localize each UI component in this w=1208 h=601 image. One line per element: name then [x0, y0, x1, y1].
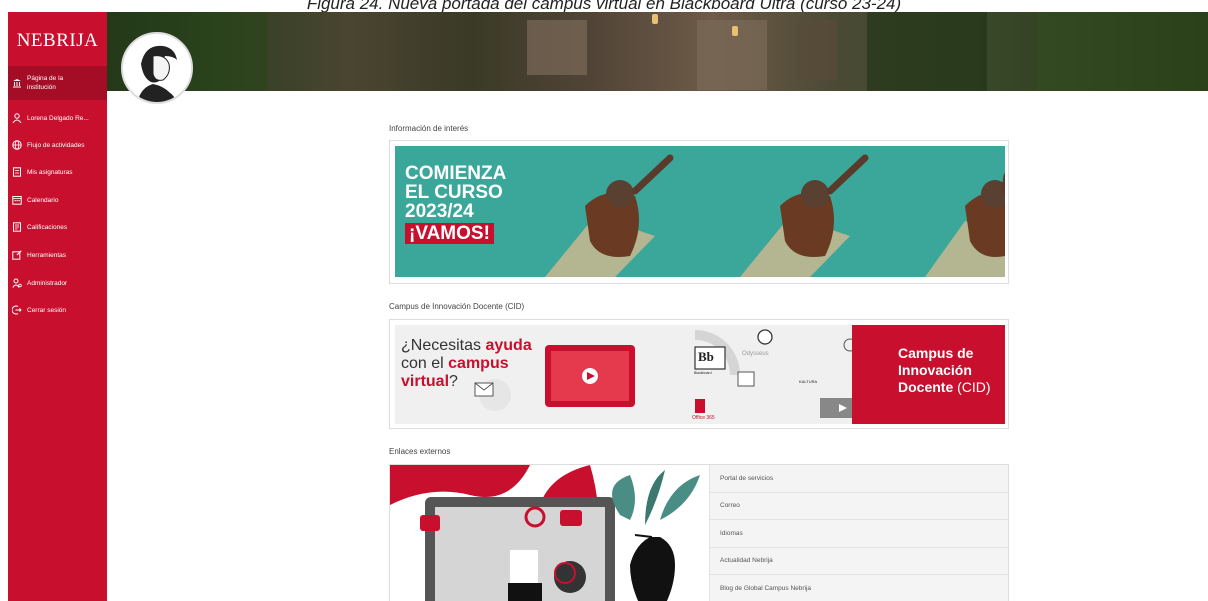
- link-email[interactable]: Correo: [709, 492, 1008, 520]
- section-title-info: Información de interés: [389, 124, 469, 133]
- promo-line-3: 2023/24: [405, 201, 474, 222]
- brand-logo[interactable]: NEBRIJA: [8, 30, 107, 52]
- sidebar-item-label: Flujo de actividades: [27, 141, 85, 149]
- admin-icon: [12, 278, 22, 288]
- sidebar-item-label: Cerrar sesión: [27, 306, 67, 314]
- institution-icon: [12, 78, 22, 88]
- cid-banner[interactable]: ¿Necesitas ayuda con el campus virtual? …: [395, 325, 1005, 424]
- promo-line-1: COMIENZA: [405, 163, 507, 184]
- link-blog[interactable]: Blog de Global Campus Nebrija: [709, 575, 1008, 601]
- header-banner-image: [107, 12, 1208, 91]
- calendar-icon: [12, 195, 22, 205]
- sidebar-item-label: Lorena Delgado Re...: [27, 114, 89, 122]
- sidebar-item-label: Calendario: [27, 196, 59, 204]
- sidebar-item-admin[interactable]: Administrador: [8, 272, 107, 294]
- sidebar-item-courses[interactable]: Mis asignaturas: [8, 161, 107, 183]
- external-links-list: Portal de servicios Correo Idiomas Actua…: [709, 465, 1008, 601]
- links-illustration: [390, 465, 709, 601]
- logout-icon: [12, 305, 22, 315]
- cid-title-panel: Campus de Innovación Docente (CID): [852, 325, 1005, 424]
- cid-right-line-4: (CID): [953, 379, 991, 395]
- promo-headline: COMIENZA EL CURSO 2023/24 ¡VAMOS!: [405, 164, 506, 244]
- office365-label: Office 365: [692, 415, 715, 421]
- grades-icon: [12, 222, 22, 232]
- sidebar-item-institution[interactable]: Página de la institución: [8, 66, 107, 100]
- globe-icon: [12, 140, 22, 150]
- info-card[interactable]: COMIENZA EL CURSO 2023/24 ¡VAMOS!: [389, 140, 1009, 284]
- link-service-portal[interactable]: Portal de servicios: [709, 465, 1008, 493]
- cid-right-line-1: Campus de: [898, 345, 974, 361]
- blackboard-logo: Bb: [698, 349, 714, 364]
- course-start-banner[interactable]: COMIENZA EL CURSO 2023/24 ¡VAMOS!: [395, 146, 1005, 277]
- section-title-cid: Campus de Innovación Docente (CID): [389, 302, 525, 311]
- external-links-card: Portal de servicios Correo Idiomas Actua…: [389, 464, 1009, 601]
- sidebar-item-label: Administrador: [27, 279, 68, 287]
- sidebar-item-label: Calificaciones: [27, 223, 68, 231]
- cid-right-line-2: Innovación: [898, 362, 972, 378]
- courses-icon: [12, 167, 22, 177]
- sidebar-item-tools[interactable]: Herramientas: [8, 244, 107, 266]
- user-icon: [12, 113, 22, 123]
- sidebar: NEBRIJA Página de la institución Lorena …: [8, 12, 107, 601]
- tools-icon: [12, 250, 22, 260]
- sidebar-item-label: Página de la institución: [27, 75, 64, 91]
- promo-line-2: EL CURSO: [405, 182, 503, 203]
- sidebar-item-grades[interactable]: Calificaciones: [8, 216, 107, 238]
- institution-avatar[interactable]: [121, 32, 193, 104]
- odysseus-label: Odysseus: [742, 351, 769, 357]
- sidebar-item-logout[interactable]: Cerrar sesión: [8, 299, 107, 321]
- section-title-links: Enlaces externos: [389, 447, 451, 456]
- cid-card[interactable]: ¿Necesitas ayuda con el campus virtual? …: [389, 319, 1009, 429]
- sidebar-item-label: Herramientas: [27, 251, 67, 259]
- sidebar-item-profile[interactable]: Lorena Delgado Re...: [8, 107, 107, 129]
- sidebar-item-calendar[interactable]: Calendario: [8, 189, 107, 211]
- sidebar-item-label: Mis asignaturas: [27, 168, 73, 176]
- promo-line-4: ¡VAMOS!: [405, 223, 494, 244]
- blackboard-label: Blackboard: [694, 371, 712, 375]
- kaltura-label: KALTURA: [799, 379, 818, 384]
- link-languages[interactable]: Idiomas: [709, 520, 1008, 548]
- sidebar-item-activity[interactable]: Flujo de actividades: [8, 134, 107, 156]
- cid-right-line-3: Docente: [898, 379, 954, 395]
- link-news[interactable]: Actualidad Nebrija: [709, 547, 1008, 575]
